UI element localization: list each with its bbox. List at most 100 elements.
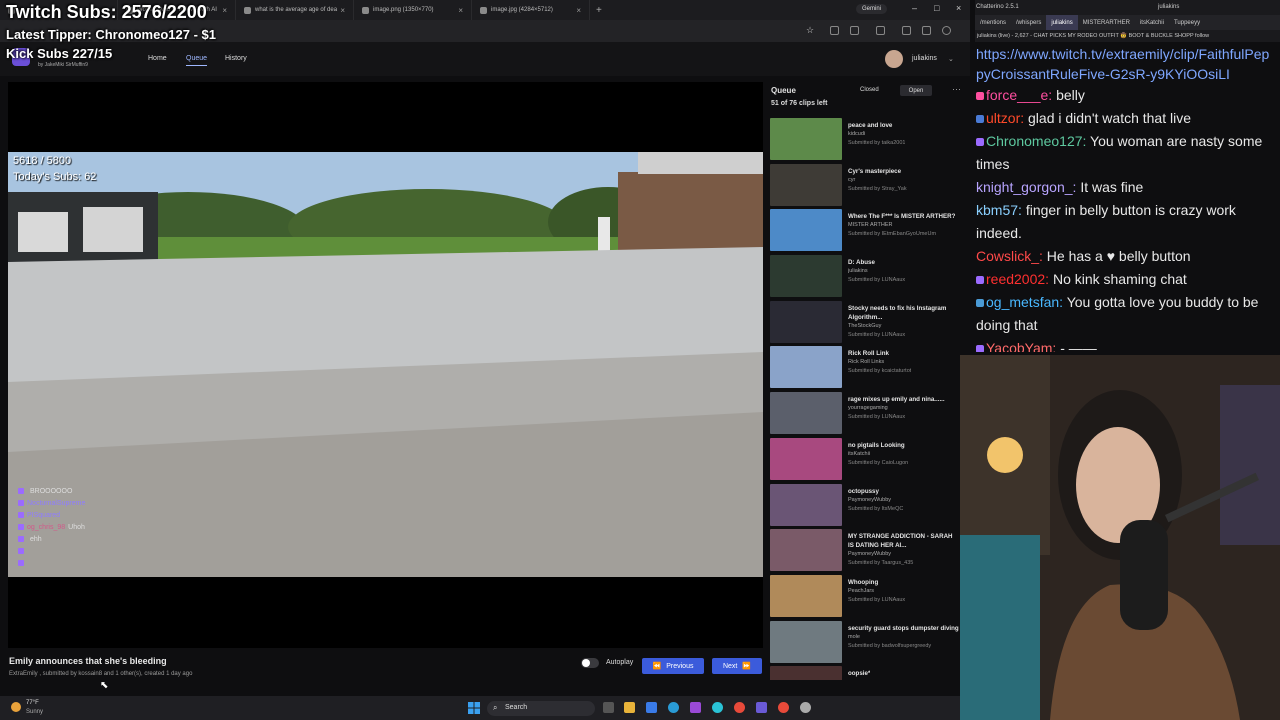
chat-username[interactable]: ultzor:	[986, 110, 1024, 126]
weather-temp[interactable]: 77°F	[26, 700, 39, 706]
queue-open-button[interactable]: Open	[900, 85, 932, 96]
queue-item[interactable]: oopsie*	[770, 666, 960, 680]
chat-username[interactable]: knight_gorgon_:	[976, 179, 1076, 195]
app-icon[interactable]	[690, 702, 701, 713]
chrome-icon[interactable]	[734, 702, 745, 713]
clip-thumbnail[interactable]	[770, 255, 842, 298]
tab-tuppeeyy[interactable]: Tuppeeyy	[1169, 15, 1205, 30]
close-icon[interactable]: ×	[222, 6, 227, 15]
queue-closed-button[interactable]: Closed	[860, 87, 879, 93]
chat-username[interactable]: og_metsfan:	[986, 294, 1063, 310]
queue-item[interactable]: Cyr's masterpiece cyr Submitted by Stray_Y…	[770, 163, 960, 210]
queue-item[interactable]: octopussy PaymoneyWubby Submitted by ItsMe…	[770, 483, 960, 530]
chat-message[interactable]: force___e: belly	[975, 84, 1275, 107]
clip-thumbnail[interactable]	[770, 574, 842, 617]
queue-item[interactable]: MY STRANGE ADDICTION - SARAH IS DATING H…	[770, 529, 960, 575]
store-icon[interactable]	[646, 702, 657, 713]
next-button[interactable]: Next ⏩	[712, 658, 762, 674]
chat-username[interactable]: YacobYam:	[986, 340, 1056, 352]
tab-whispers[interactable]: /whispers	[1011, 15, 1046, 30]
task-view-icon[interactable]	[603, 702, 614, 713]
extension-icon[interactable]	[922, 26, 931, 35]
queue-item[interactable]: security guard stops dumpster diving mole…	[770, 620, 960, 667]
close-window-icon[interactable]: ×	[956, 3, 961, 13]
minimize-icon[interactable]: –	[912, 3, 917, 13]
app-icon[interactable]	[756, 702, 767, 713]
chat-message[interactable]: Cowslick_: He has a ♥ belly button	[975, 245, 1275, 268]
chat-message[interactable]: reed2002: No kink shaming chat	[975, 268, 1275, 291]
queue-item[interactable]: no pigtails Looking itsKatchii Submitted b…	[770, 437, 960, 484]
gemini-button[interactable]: Gemini	[856, 4, 888, 14]
chatterino-user[interactable]: juliakins	[1158, 4, 1179, 10]
nav-history[interactable]: History	[225, 55, 247, 62]
extension-icon[interactable]	[876, 26, 885, 35]
more-icon[interactable]: ···	[952, 84, 961, 94]
user-menu[interactable]: juliakins	[912, 55, 937, 62]
clip-thumbnail[interactable]	[770, 209, 842, 252]
chrome-icon[interactable]	[778, 702, 789, 713]
chat-message[interactable]: Chronomeo127: You woman are nasty some t…	[975, 130, 1275, 176]
new-tab-button[interactable]: +	[590, 5, 608, 16]
file-explorer-icon[interactable]	[624, 702, 635, 713]
chat-username[interactable]: Cowslick_:	[976, 248, 1043, 264]
chat-username[interactable]: force___e:	[986, 87, 1052, 103]
chat-message[interactable]: ultzor: glad i didn't watch that live	[975, 107, 1275, 130]
chat-username[interactable]: kbm57:	[976, 202, 1022, 218]
tab-mentions[interactable]: /mentions	[975, 15, 1011, 30]
download-icon[interactable]	[902, 26, 911, 35]
clip-thumbnail[interactable]	[770, 163, 842, 206]
queue-item[interactable]: Stocky needs to fix his Instagram Algori…	[770, 300, 960, 347]
nav-home[interactable]: Home	[148, 55, 167, 62]
star-icon[interactable]: ☆	[806, 25, 815, 35]
queue-item[interactable]: rage mixes up emily and nina...... yourra…	[770, 392, 960, 438]
queue-item[interactable]: D: Abuse juliakins Submitted by LUNAaux	[770, 255, 960, 301]
edge-icon[interactable]	[668, 702, 679, 713]
chat-message[interactable]: kbm57: finger in belly button is crazy w…	[975, 199, 1275, 245]
chat-message[interactable]: og_metsfan: You gotta love you buddy to …	[975, 291, 1275, 337]
chat-username[interactable]: Chronomeo127:	[986, 133, 1086, 149]
browser-tab[interactable]: image.jpg (4284×5712) ×	[472, 0, 590, 20]
extension-icon[interactable]	[830, 26, 839, 35]
profile-icon[interactable]	[942, 26, 951, 35]
extension-icon[interactable]	[850, 26, 859, 35]
tab-itskatchii[interactable]: itsKatchii	[1135, 15, 1169, 30]
chat-message[interactable]: knight_gorgon_: It was fine	[975, 176, 1275, 199]
chevron-down-icon[interactable]: ⌄	[948, 55, 954, 63]
browser-tab[interactable]: what is the average age of dea ×	[236, 0, 354, 20]
close-icon[interactable]: ×	[458, 6, 463, 15]
queue-item[interactable]: peace and love kidcudi Submitted by taika2…	[770, 118, 960, 164]
autoplay-toggle[interactable]	[581, 658, 599, 668]
app-icon[interactable]	[712, 702, 723, 713]
obs-icon[interactable]	[800, 702, 811, 713]
clip-thumbnail[interactable]	[770, 392, 842, 435]
avatar[interactable]	[885, 50, 903, 68]
taskbar-search[interactable]	[487, 701, 595, 716]
chat-username[interactable]: reed2002:	[986, 271, 1049, 287]
previous-button[interactable]: ⏪ Previous	[642, 658, 704, 674]
close-icon[interactable]: ×	[340, 6, 345, 15]
clip-thumbnail[interactable]	[770, 437, 842, 480]
queue-item[interactable]: Where The F*** Is MISTER ARTHER? MISTER A…	[770, 209, 960, 255]
tab-misterarther[interactable]: MISTERARTHER	[1078, 15, 1135, 30]
close-icon[interactable]: ×	[576, 6, 581, 15]
windows-start-icon[interactable]	[468, 702, 480, 714]
clip-thumbnail[interactable]	[770, 666, 842, 680]
chat-link[interactable]: https://www.twitch.tv/extraemily/clip/Fa…	[975, 44, 1275, 84]
clip-thumbnail[interactable]	[770, 118, 842, 160]
browser-tab[interactable]: image.png (1350×770) ×	[354, 0, 472, 20]
queue-item[interactable]: Whooping PeachJars Submitted by LUNAaux	[770, 574, 960, 621]
sun-icon[interactable]	[11, 702, 21, 712]
queue-item-submitter: Submitted by Taargus_435	[848, 560, 914, 567]
clip-thumbnail[interactable]	[770, 483, 842, 526]
chat-log[interactable]: https://www.twitch.tv/extraemily/clip/Fa…	[975, 44, 1275, 352]
nav-queue[interactable]: Queue	[186, 55, 208, 66]
video-player[interactable]	[8, 82, 763, 648]
clip-thumbnail[interactable]	[770, 346, 842, 389]
queue-item[interactable]: Rick Roll Link Rick Roll Links Submitted b…	[770, 346, 960, 392]
maximize-icon[interactable]: □	[934, 3, 939, 13]
tab-juliakins[interactable]: juliakins	[1046, 15, 1078, 30]
clip-thumbnail[interactable]	[770, 529, 842, 572]
clip-thumbnail[interactable]	[770, 620, 842, 663]
clip-thumbnail[interactable]	[770, 300, 842, 343]
chat-message[interactable]: YacobYam: - ——	[975, 337, 1275, 352]
